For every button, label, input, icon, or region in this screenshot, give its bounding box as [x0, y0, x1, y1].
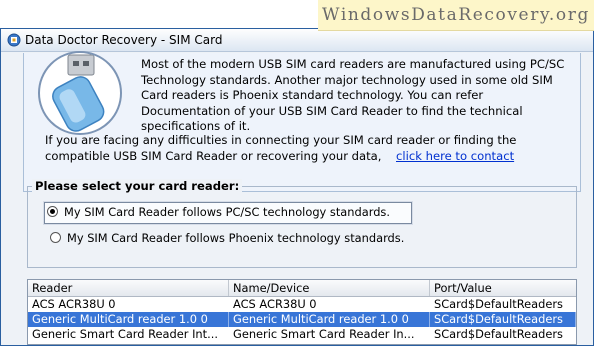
cell-reader: Generic MultiCard reader 1.0 0 — [28, 312, 229, 327]
reader-select-group: Please select your card reader: My SIM C… — [27, 179, 577, 268]
reader-select-legend: Please select your card reader: — [32, 179, 243, 193]
title-bar[interactable]: Data Doctor Recovery - SIM Card — [1, 29, 593, 52]
info-panel: Most of the modern USB SIM card readers … — [23, 51, 581, 192]
window-title: Data Doctor Recovery - SIM Card — [25, 33, 223, 47]
radio-phoenix-indicator[interactable] — [50, 232, 61, 243]
radio-pcsc-label[interactable]: My SIM Card Reader follows PC/SC technol… — [64, 205, 390, 219]
column-header-port-value[interactable]: Port/Value — [430, 280, 576, 296]
radio-pcsc-indicator[interactable] — [47, 206, 58, 217]
table-row[interactable]: ACS ACR38U 0 ACS ACR38U 0 SCard$DefaultR… — [28, 297, 576, 312]
radio-phoenix-label[interactable]: My SIM Card Reader follows Phoenix techn… — [67, 231, 404, 245]
radio-pcsc[interactable]: My SIM Card Reader follows PC/SC technol… — [44, 202, 412, 224]
cell-name-device: Generic Smart Card Reader In... — [233, 327, 415, 341]
cell-reader: ACS ACR38U 0 — [32, 297, 116, 311]
app-icon — [7, 33, 21, 47]
column-header-reader[interactable]: Reader — [28, 280, 229, 296]
usb-reader-image — [38, 51, 122, 135]
reader-table[interactable]: Reader Name/Device Port/Value ACS ACR38U… — [27, 279, 577, 345]
app-window: Data Doctor Recovery - SIM Card Most of … — [0, 28, 594, 346]
watermark: WindowsDataRecovery.org — [318, 0, 594, 31]
column-header-name-device[interactable]: Name/Device — [229, 280, 430, 296]
table-row-selected[interactable]: Generic MultiCard reader 1.0 0 Generic M… — [28, 312, 576, 327]
table-row[interactable]: Generic Smart Card Reader Int... Generic… — [28, 327, 576, 342]
radio-phoenix[interactable]: My SIM Card Reader follows Phoenix techn… — [46, 229, 404, 249]
cell-port-value: SCard$DefaultReaders — [434, 327, 563, 341]
cell-reader: Generic Smart Card Reader Int... — [32, 327, 218, 341]
table-header: Reader Name/Device Port/Value — [28, 280, 576, 297]
contact-link[interactable]: click here to contact — [396, 149, 514, 165]
cell-port-value: SCard$DefaultReaders — [434, 297, 563, 311]
cell-name-device: Generic MultiCard reader 1.0 0 — [229, 312, 430, 327]
cell-name-device: ACS ACR38U 0 — [233, 297, 317, 311]
info-paragraph-1: Most of the modern USB SIM card readers … — [141, 57, 565, 133]
cell-port-value: SCard$DefaultReaders — [430, 312, 576, 327]
